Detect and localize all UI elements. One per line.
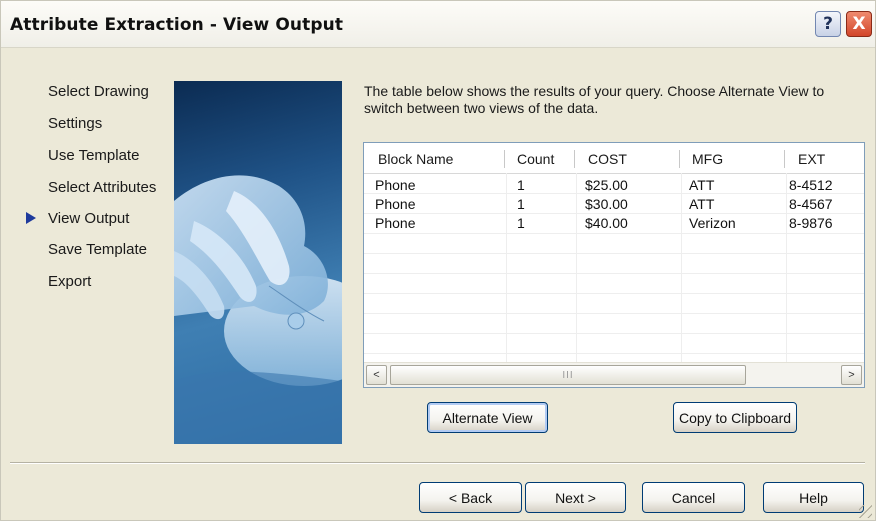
column-divider[interactable]	[784, 150, 785, 168]
grid-line	[364, 193, 864, 194]
table-header: Block Name Count COST MFG EXT	[364, 143, 864, 174]
column-header-cost[interactable]: COST	[588, 143, 627, 173]
grip-icon: III	[562, 369, 574, 381]
copy-to-clipboard-button[interactable]: Copy to Clipboard	[673, 402, 797, 433]
cancel-button[interactable]: Cancel	[642, 482, 745, 513]
cell-count: 1	[517, 215, 525, 231]
next-button[interactable]: Next >	[525, 482, 626, 513]
step-use-template: Use Template	[48, 147, 140, 164]
cell-block-name: Phone	[375, 215, 416, 231]
grid-line	[506, 173, 507, 363]
cell-count: 1	[517, 196, 525, 212]
resize-grip-icon[interactable]	[859, 505, 872, 518]
grid-line	[364, 213, 864, 214]
grid-line	[364, 233, 864, 234]
chevron-left-icon: <	[373, 369, 380, 381]
column-header-ext[interactable]: EXT	[798, 143, 825, 173]
grid-line	[364, 333, 864, 334]
grid-line	[364, 293, 864, 294]
horizontal-scrollbar[interactable]: < III >	[364, 362, 864, 387]
current-step-arrow-icon	[26, 212, 36, 224]
grid-line	[364, 313, 864, 314]
chevron-right-icon: >	[848, 369, 855, 381]
cell-cost: $30.00	[585, 196, 628, 212]
scrollbar-thumb[interactable]: III	[390, 365, 746, 385]
help-button[interactable]: Help	[763, 482, 864, 513]
column-divider[interactable]	[504, 150, 505, 168]
step-select-attributes: Select Attributes	[48, 179, 157, 196]
question-icon: ?	[823, 14, 833, 34]
cell-block-name: Phone	[375, 196, 416, 212]
cell-count: 1	[517, 177, 525, 193]
step-export: Export	[48, 273, 92, 290]
grid-line	[364, 353, 864, 354]
grid-line	[364, 253, 864, 254]
cell-mfg: ATT	[689, 196, 715, 212]
wizard-hero-image	[174, 81, 342, 444]
alternate-view-button[interactable]: Alternate View	[427, 402, 548, 433]
cell-cost: $40.00	[585, 215, 628, 231]
cell-ext: 8-4567	[789, 196, 833, 212]
scroll-left-button[interactable]: <	[366, 365, 387, 385]
hand-on-mouse-illustration	[174, 175, 342, 444]
step-settings: Settings	[48, 115, 103, 132]
attribute-extraction-dialog: Attribute Extraction - View Output ? X S…	[0, 0, 876, 521]
output-table[interactable]: Block Name Count COST MFG EXT Phone 1 $2…	[363, 142, 865, 388]
close-icon: X	[852, 14, 866, 34]
cell-block-name: Phone	[375, 177, 416, 193]
cell-ext: 8-4512	[789, 177, 833, 193]
column-header-block-name[interactable]: Block Name	[378, 143, 453, 173]
cell-mfg: Verizon	[689, 215, 736, 231]
grid-line	[364, 273, 864, 274]
grid-line	[576, 173, 577, 363]
cell-ext: 8-9876	[789, 215, 833, 231]
column-divider[interactable]	[679, 150, 680, 168]
step-select-drawing: Select Drawing	[48, 83, 149, 100]
column-header-count[interactable]: Count	[517, 143, 554, 173]
back-button[interactable]: < Back	[419, 482, 522, 513]
cell-mfg: ATT	[689, 177, 715, 193]
cell-cost: $25.00	[585, 177, 628, 193]
output-description: The table below shows the results of you…	[364, 83, 825, 116]
title-bar[interactable]: Attribute Extraction - View Output ? X	[1, 1, 875, 48]
grid-line	[681, 173, 682, 363]
column-header-mfg[interactable]: MFG	[692, 143, 723, 173]
window-title: Attribute Extraction - View Output	[10, 15, 344, 35]
column-divider[interactable]	[574, 150, 575, 168]
scroll-right-button[interactable]: >	[841, 365, 862, 385]
footer-divider	[10, 462, 865, 463]
close-title-button[interactable]: X	[846, 11, 872, 37]
step-save-template: Save Template	[48, 241, 147, 258]
step-view-output: View Output	[48, 210, 130, 227]
grid-line	[786, 173, 787, 363]
help-title-button[interactable]: ?	[815, 11, 841, 37]
